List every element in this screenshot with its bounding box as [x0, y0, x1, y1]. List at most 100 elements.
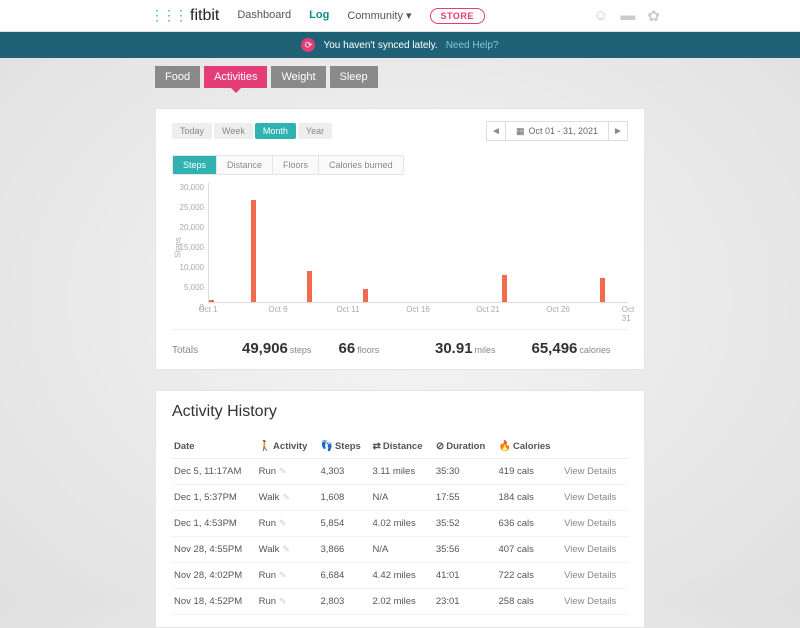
metric-tab-floors[interactable]: Floors	[273, 156, 319, 174]
settings-gear-icon[interactable]: ✿	[647, 7, 660, 25]
history-row: Nov 28, 4:55PMWalk✎3,866N/A35:56407 cals…	[172, 537, 628, 563]
fitbit-logo-icon: ⋮⋮⋮	[150, 7, 186, 24]
activity-icon: 🚶	[259, 441, 271, 452]
col-calories: 🔥Calories	[497, 435, 563, 459]
cell-date: Nov 18, 4:52PM	[172, 589, 257, 615]
metric-tabs: StepsDistanceFloorsCalories burned	[172, 155, 404, 175]
cell-activity: Run✎	[257, 563, 319, 589]
chart-bar[interactable]	[363, 289, 368, 302]
chart-bar[interactable]	[307, 271, 312, 302]
cell-duration: 35:30	[434, 459, 497, 485]
range-tab-week[interactable]: Week	[214, 123, 253, 139]
top-right-icons: ☺ ▬ ✿	[593, 7, 660, 25]
edit-icon[interactable]: ✎	[279, 466, 287, 476]
history-row: Nov 28, 4:02PMRun✎6,6844.42 miles41:0172…	[172, 563, 628, 589]
help-icon[interactable]: ☺	[593, 7, 608, 25]
x-tick: Oct 11	[336, 305, 359, 314]
cell-calories: 184 cals	[497, 485, 563, 511]
activity-history-table: Date🚶Activity👣Steps⇄Distance⊘Duration🔥Ca…	[172, 435, 628, 615]
date-range-display[interactable]: ▦ Oct 01 - 31, 2021	[506, 121, 608, 141]
cell-activity: Walk✎	[257, 537, 319, 563]
sync-banner-text: You haven't synced lately.	[323, 40, 437, 51]
cell-distance: 2.02 miles	[370, 589, 433, 615]
view-details-link[interactable]: View Details	[564, 570, 616, 581]
totals-row: Totals 49,906steps66floors30.91miles65,4…	[172, 329, 628, 357]
log-tab-food[interactable]: Food	[155, 66, 200, 88]
x-axis: Oct 1Oct 6Oct 11Oct 16Oct 21Oct 26Oct 31	[208, 303, 628, 317]
history-row: Dec 5, 11:17AMRun✎4,3033.11 miles35:3041…	[172, 459, 628, 485]
view-details-link[interactable]: View Details	[564, 518, 616, 529]
cell-date: Nov 28, 4:55PM	[172, 537, 257, 563]
cell-calories: 636 cals	[497, 511, 563, 537]
total-floors: 66floors	[339, 340, 436, 357]
edit-icon[interactable]: ✎	[279, 596, 287, 606]
chart-bar[interactable]	[209, 300, 214, 302]
history-title: Activity History	[172, 403, 628, 421]
cell-duration: 41:01	[434, 563, 497, 589]
steps-icon: 👣	[321, 441, 333, 452]
range-tab-month[interactable]: Month	[255, 123, 296, 139]
view-details-link[interactable]: View Details	[564, 466, 616, 477]
cell-distance: 4.02 miles	[370, 511, 433, 537]
cell-activity: Run✎	[257, 459, 319, 485]
messages-icon[interactable]: ▬	[620, 7, 635, 25]
sync-banner: ⟳ You haven't synced lately. Need Help?	[0, 32, 800, 58]
cell-activity: Walk✎	[257, 485, 319, 511]
cell-activity: Run✎	[257, 589, 319, 615]
edit-icon[interactable]: ✎	[279, 570, 287, 580]
chart-bar[interactable]	[600, 278, 605, 302]
cell-steps: 5,854	[319, 511, 371, 537]
cell-date: Nov 28, 4:02PM	[172, 563, 257, 589]
view-details-link[interactable]: View Details	[564, 492, 616, 503]
date-prev-button[interactable]: ◄	[486, 121, 506, 141]
view-details-link[interactable]: View Details	[564, 544, 616, 555]
brand-logo[interactable]: ⋮⋮⋮ fitbit	[150, 7, 219, 25]
cell-steps: 4,303	[319, 459, 371, 485]
distance-icon: ⇄	[372, 441, 380, 452]
store-button[interactable]: STORE	[430, 8, 485, 24]
total-calories: 65,496calories	[532, 340, 629, 357]
edit-icon[interactable]: ✎	[279, 518, 287, 528]
metric-tab-steps[interactable]: Steps	[173, 156, 217, 174]
cell-duration: 17:55	[434, 485, 497, 511]
log-tab-activities[interactable]: Activities	[204, 66, 267, 88]
x-tick: Oct 16	[406, 305, 430, 314]
cell-steps: 3,866	[319, 537, 371, 563]
calories-icon: 🔥	[499, 441, 511, 452]
cell-duration: 35:56	[434, 537, 497, 563]
x-tick: Oct 26	[546, 305, 570, 314]
range-tab-today[interactable]: Today	[172, 123, 212, 139]
log-tab-sleep[interactable]: Sleep	[330, 66, 378, 88]
x-tick: Oct 31	[622, 305, 634, 323]
col-steps: 👣Steps	[319, 435, 371, 459]
col-view	[562, 435, 628, 459]
nav-link-dashboard[interactable]: Dashboard	[237, 9, 291, 22]
x-tick: Oct 6	[268, 305, 287, 314]
date-next-button[interactable]: ►	[608, 121, 628, 141]
metric-tab-distance[interactable]: Distance	[217, 156, 273, 174]
range-tab-year[interactable]: Year	[298, 123, 332, 139]
cell-date: Dec 1, 4:53PM	[172, 511, 257, 537]
brand-name: fitbit	[190, 7, 219, 25]
cell-steps: 6,684	[319, 563, 371, 589]
history-row: Nov 18, 4:52PMRun✎2,8032.02 miles23:0125…	[172, 589, 628, 615]
cell-date: Dec 5, 11:17AM	[172, 459, 257, 485]
cell-duration: 23:01	[434, 589, 497, 615]
log-tab-weight[interactable]: Weight	[271, 66, 325, 88]
steps-bar-chart: Steps 05,00010,00015,00020,00025,00030,0…	[172, 183, 628, 323]
view-details-link[interactable]: View Details	[564, 596, 616, 607]
col-activity: 🚶Activity	[257, 435, 319, 459]
nav-link-log[interactable]: Log	[309, 9, 329, 22]
chart-bar[interactable]	[502, 275, 507, 302]
activity-chart-card: TodayWeekMonthYear ◄ ▦ Oct 01 - 31, 2021…	[155, 108, 645, 370]
nav-link-community[interactable]: Community ▾	[347, 9, 411, 22]
edit-icon[interactable]: ✎	[282, 544, 290, 554]
chart-bar[interactable]	[251, 200, 256, 302]
metric-tab-calories-burned[interactable]: Calories burned	[319, 156, 403, 174]
edit-icon[interactable]: ✎	[282, 492, 290, 502]
sync-help-link[interactable]: Need Help?	[446, 40, 499, 51]
date-navigator: ◄ ▦ Oct 01 - 31, 2021 ►	[486, 121, 628, 141]
sync-warning-icon: ⟳	[301, 38, 315, 52]
duration-icon: ⊘	[436, 441, 444, 452]
cell-distance: 3.11 miles	[370, 459, 433, 485]
